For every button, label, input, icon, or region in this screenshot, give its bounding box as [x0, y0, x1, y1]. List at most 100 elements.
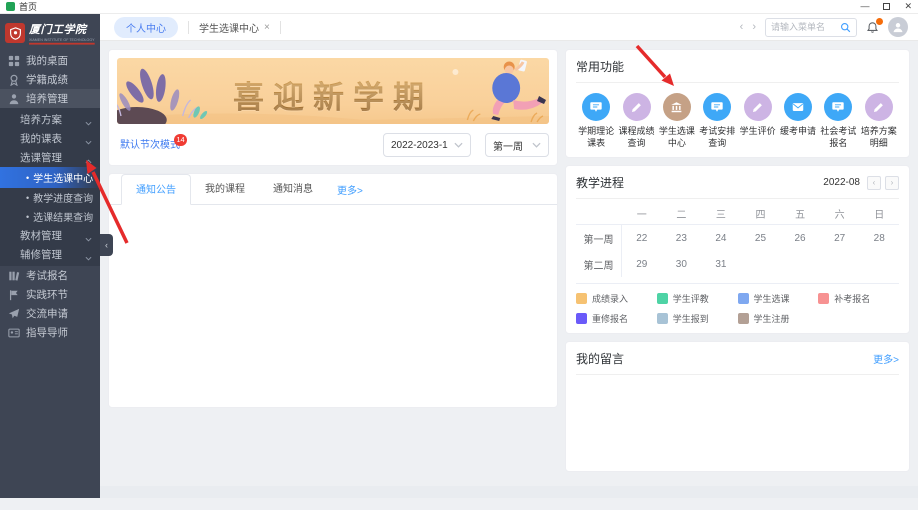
id-card-icon — [8, 327, 20, 339]
sidebar-item-exam-registration[interactable]: 考试报名 — [0, 266, 100, 285]
sidebar-item-label: 交流申请 — [26, 306, 68, 321]
tab-student-course-center[interactable]: 学生选课中心 × — [199, 20, 270, 35]
legend-item: 学生报到 — [657, 312, 738, 325]
term-select-value: 2022-2023-1 — [391, 140, 454, 151]
chevron-down-icon — [532, 142, 541, 148]
sidebar-item-label: 选课结果查询 — [33, 209, 93, 224]
legend-item: 学生评教 — [657, 292, 738, 305]
bullet-icon: • — [26, 193, 29, 203]
sidebar-item-exchange[interactable]: 交流申请 — [0, 304, 100, 323]
minimize-button[interactable]: — — [860, 2, 869, 11]
term-select[interactable]: 2022-2023-1 — [383, 133, 471, 157]
legend-item: 补考报名 — [818, 292, 899, 305]
menu-search-input[interactable] — [771, 22, 840, 32]
maximize-button[interactable] — [883, 3, 890, 10]
notification-badge — [875, 17, 884, 26]
function-grid: 学期理论课表 课程成绩查询 学生选课中心 — [576, 93, 899, 149]
legend-item: 学生注册 — [738, 312, 819, 325]
legend-swatch — [818, 293, 829, 304]
common-functions-card: 常用功能 学期理论课表 课程成绩查询 — [565, 49, 910, 158]
teaching-progress-title: 教学进程 — [576, 174, 624, 191]
function-student-course-center[interactable]: 学生选课中心 — [657, 93, 697, 149]
sidebar-item-grades[interactable]: 学籍成绩 — [0, 70, 100, 89]
user-avatar[interactable] — [888, 17, 908, 37]
sidebar-item-desktop[interactable]: 我的桌面 — [0, 51, 100, 70]
sidebar-item-practice[interactable]: 实践环节 — [0, 285, 100, 304]
week-select[interactable]: 第一周 — [485, 133, 549, 157]
function-exam-schedule-query[interactable]: 考试安排查询 — [697, 93, 737, 149]
banner-title: 喜迎新学期 — [117, 72, 549, 117]
calendar-legend: 成绩录入 学生评教 学生选课 补考报名 重修报名 学生报到 学生注册 — [576, 283, 899, 325]
function-social-exam[interactable]: 社会考试报名 — [818, 93, 858, 149]
medal-icon — [8, 74, 20, 86]
chevron-down-icon — [454, 142, 463, 148]
sidebar-item-label: 教学进度查询 — [33, 190, 93, 205]
close-button[interactable]: ✕ — [904, 2, 912, 11]
page-tabbar: 个人中心 学生选课中心 × ‹ › — [100, 14, 918, 41]
tab-personal-center[interactable]: 个人中心 — [114, 17, 178, 38]
sidebar-item-label: 我的桌面 — [26, 53, 68, 68]
function-program-detail[interactable]: 培养方案明细 — [859, 93, 899, 149]
calendar-next-button[interactable]: › — [885, 176, 899, 190]
function-student-evaluation[interactable]: 学生评价 — [738, 93, 778, 149]
function-grade-query[interactable]: 课程成绩查询 — [616, 93, 656, 149]
sidebar-item-label: 辅修管理 — [20, 247, 62, 262]
my-messages-title: 我的留言 — [576, 350, 624, 367]
tab-my-courses[interactable]: 我的课程 — [191, 174, 259, 205]
legend-swatch — [738, 313, 749, 324]
banner-card: 喜迎新学期 默认节次模式 14 2022-2023-1 — [108, 49, 558, 166]
sidebar-item-training[interactable]: 培养管理 — [0, 89, 100, 108]
calendar-day: 31 — [701, 251, 741, 277]
function-semester-timetable[interactable]: 学期理论课表 — [576, 93, 616, 149]
flag-icon — [8, 289, 20, 301]
sidebar-item-course-selection[interactable]: 选课管理 — [0, 148, 100, 167]
sidebar-item-label: 指导导师 — [26, 325, 68, 340]
tab-close-icon[interactable]: × — [264, 22, 270, 33]
nav-back-icon[interactable]: ‹ — [740, 22, 744, 33]
bank-icon — [663, 93, 691, 121]
function-deferred-exam[interactable]: 缓考申请 — [778, 93, 818, 149]
sidebar: 厦门工学院 XIAMEN INSTITUTE OF TECHNOLOGY 我的桌… — [0, 14, 100, 498]
tab-notice-messages[interactable]: 通知消息 — [259, 174, 327, 205]
function-label: 社会考试报名 — [818, 126, 858, 149]
sidebar-item-program[interactable]: 培养方案 — [0, 110, 100, 129]
week-label: 第二周 — [576, 251, 622, 277]
legend-item: 学生选课 — [738, 292, 819, 305]
function-label: 课程成绩查询 — [616, 126, 656, 149]
sidebar-collapse-handle[interactable]: ‹ — [100, 234, 113, 256]
sidebar-item-selection-result-query[interactable]: • 选课结果查询 — [0, 207, 100, 226]
notice-empty-body — [109, 205, 557, 400]
sidebar-item-my-timetable[interactable]: 我的课表 — [0, 129, 100, 148]
dashboard-content: 喜迎新学期 默认节次模式 14 2022-2023-1 — [100, 41, 918, 486]
books-icon — [8, 270, 20, 282]
legend-item: 重修报名 — [576, 312, 657, 325]
calendar-day — [820, 251, 860, 277]
sidebar-item-minor[interactable]: 辅修管理 — [0, 245, 100, 264]
search-icon[interactable] — [840, 22, 851, 33]
main-area: 个人中心 学生选课中心 × ‹ › — [100, 14, 918, 498]
sidebar-item-label: 学生选课中心 — [33, 170, 93, 185]
sidebar-item-textbook[interactable]: 教材管理 — [0, 226, 100, 245]
sidebar-item-mentor[interactable]: 指导导师 — [0, 323, 100, 342]
notice-more-link[interactable]: 更多> — [337, 182, 363, 197]
app-icon — [6, 2, 15, 11]
pen-icon — [623, 93, 651, 121]
day-header: 三 — [701, 203, 741, 224]
common-functions-title: 常用功能 — [576, 58, 624, 75]
messages-more-link[interactable]: 更多> — [873, 351, 899, 366]
legend-swatch — [657, 293, 668, 304]
day-header: 六 — [820, 203, 860, 224]
chevron-up-icon — [85, 155, 92, 167]
sidebar-item-teaching-progress-query[interactable]: • 教学进度查询 — [0, 188, 100, 207]
calendar-day: 30 — [662, 251, 702, 277]
notifications-bell[interactable] — [866, 21, 879, 34]
nav-forward-icon[interactable]: › — [752, 22, 756, 33]
calendar-prev-button[interactable]: ‹ — [867, 176, 881, 190]
tab-notice-announcement[interactable]: 通知公告 — [121, 174, 191, 205]
sidebar-item-label: 培养方案 — [20, 112, 62, 127]
calendar-day — [780, 251, 820, 277]
week-select-value: 第一周 — [493, 138, 532, 153]
sidebar-item-student-course-center[interactable]: • 学生选课中心 — [0, 167, 100, 188]
default-period-mode-link[interactable]: 默认节次模式 14 — [117, 139, 183, 152]
chevron-down-icon — [85, 136, 92, 148]
